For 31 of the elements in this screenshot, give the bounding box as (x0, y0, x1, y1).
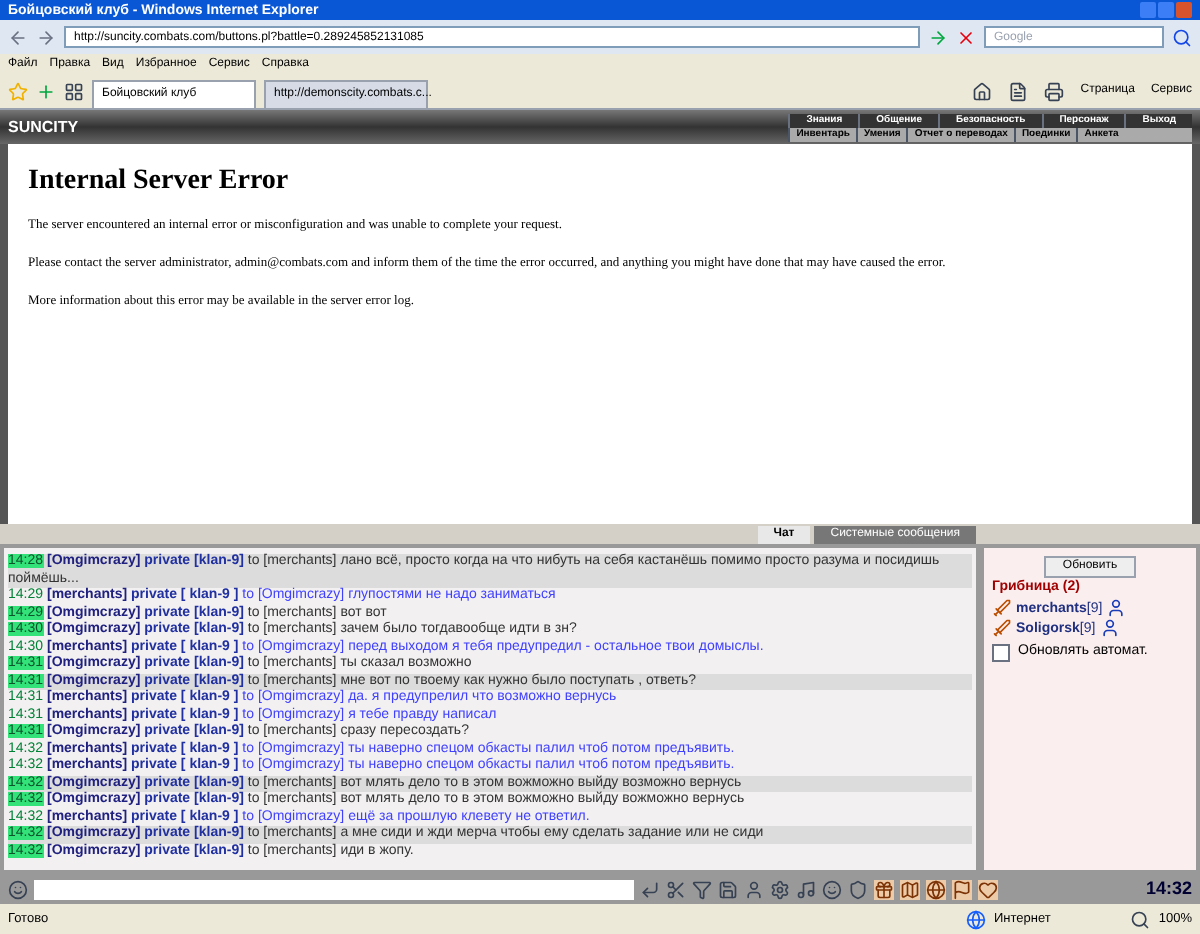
zoom-icon[interactable] (1130, 909, 1151, 929)
message-input[interactable] (34, 879, 634, 899)
toolbar-icon[interactable] (900, 879, 920, 899)
toolbar-icon[interactable] (978, 879, 998, 899)
error-heading: Internal Server Error (28, 164, 291, 200)
globe-icon (966, 909, 986, 929)
logo: SUNCITY (8, 119, 79, 135)
quick-tabs-icon[interactable] (64, 81, 84, 101)
toolbar-icon[interactable] (926, 879, 946, 899)
auto-refresh-checkbox[interactable] (992, 643, 1010, 662)
toolbar-icon[interactable] (796, 879, 816, 899)
toolbar-icon[interactable] (692, 879, 712, 899)
toolbar-icon[interactable] (744, 879, 764, 899)
toolbar-icon[interactable] (718, 879, 738, 899)
stop-icon[interactable] (956, 27, 976, 47)
print-icon[interactable] (1044, 81, 1065, 101)
home-icon[interactable] (972, 81, 993, 101)
send-icon[interactable] (640, 879, 660, 899)
add-favorite-icon[interactable] (36, 81, 56, 101)
go-icon[interactable] (928, 27, 948, 47)
toolbar-icon[interactable] (770, 879, 790, 899)
forward-button[interactable] (36, 27, 56, 47)
clock: 14:32 (1145, 880, 1192, 898)
smiley-icon[interactable] (8, 879, 28, 899)
toolbar-icon[interactable] (952, 879, 972, 899)
back-button[interactable] (8, 27, 28, 47)
toolbar-icon[interactable] (666, 879, 686, 899)
search-icon[interactable] (1172, 27, 1192, 47)
toolbar-icon[interactable] (874, 879, 894, 899)
toolbar-icon[interactable] (822, 879, 842, 899)
toolbar-icon[interactable] (848, 879, 868, 899)
